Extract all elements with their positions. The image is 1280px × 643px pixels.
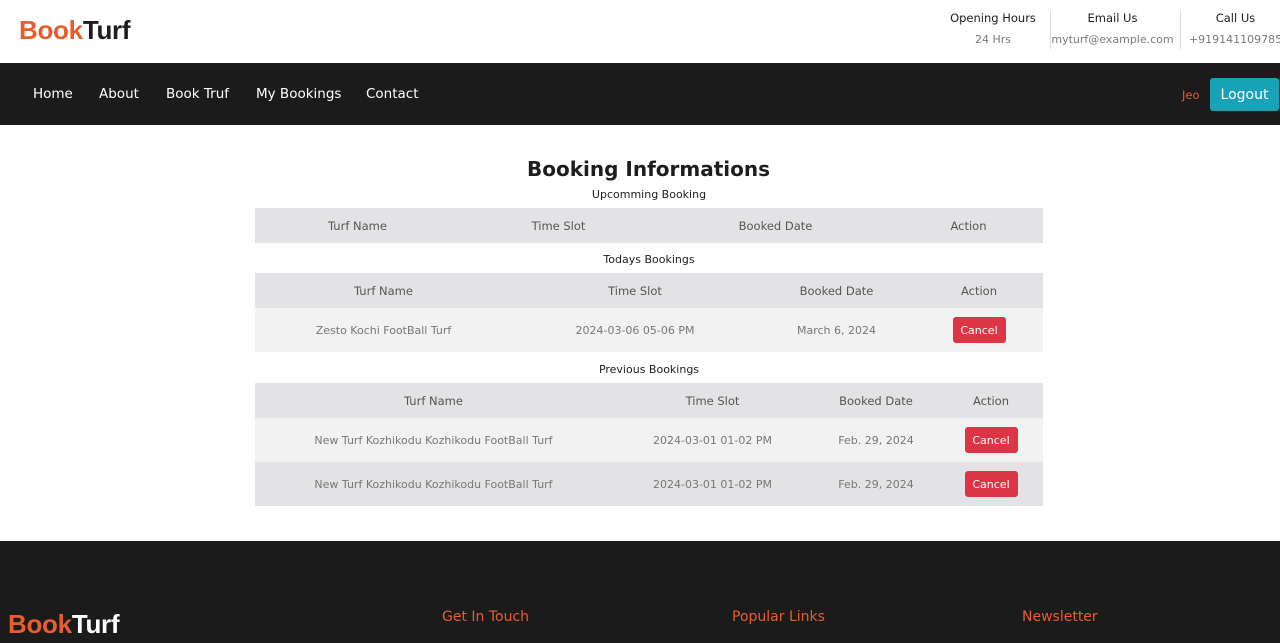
opening-hours-value: 24 Hrs [974,33,1012,46]
username-label: Jeo [1182,88,1200,102]
email-title: Email Us [1087,11,1138,25]
column-header-action: Action [939,383,1043,418]
turf-name-cell: Zesto Kochi FootBall Turf [255,308,512,352]
booked-date-cell: Feb. 29, 2024 [813,462,939,506]
brand-logo[interactable]: BookTurf [19,15,131,46]
footer-newsletter-heading: Newsletter [1022,609,1098,625]
column-header-action: Action [894,208,1043,243]
table-header-row: Turf Name Time Slot Booked Date Action [255,273,1043,308]
previous-bookings-table: Turf Name Time Slot Booked Date Action N… [255,383,1043,506]
call-info: Call Us +919141109785 [1180,11,1280,49]
column-header-booked-date: Booked Date [657,208,894,243]
todays-bookings-table: Turf Name Time Slot Booked Date Action Z… [255,273,1043,352]
logout-button[interactable]: Logout [1210,78,1279,111]
opening-hours-title: Opening Hours [950,11,1036,25]
nav-my-bookings-link[interactable]: My Bookings [256,86,341,102]
upcoming-bookings-table: Turf Name Time Slot Booked Date Action [255,208,1043,243]
action-cell: Cancel [939,462,1043,506]
column-header-turf-name: Turf Name [255,383,612,418]
nav-about-link[interactable]: About [99,86,139,102]
nav-book-turf-link[interactable]: Book Truf [166,86,229,102]
footer-get-in-touch-heading: Get In Touch [442,609,530,625]
table-row: New Turf Kozhikodu Kozhikodu FootBall Tu… [255,418,1043,462]
time-slot-cell: 2024-03-06 05-06 PM [512,308,758,352]
turf-name-cell: New Turf Kozhikodu Kozhikodu FootBall Tu… [255,418,612,462]
cancel-booking-button[interactable]: Cancel [964,471,1018,497]
cancel-booking-button[interactable]: Cancel [964,427,1018,453]
booked-date-cell: Feb. 29, 2024 [813,418,939,462]
column-header-booked-date: Booked Date [813,383,939,418]
cancel-booking-button[interactable]: Cancel [952,317,1006,343]
time-slot-cell: 2024-03-01 01-02 PM [612,462,813,506]
email-info: Email Us myturf@example.com [1050,11,1174,49]
previous-bookings-title: Previous Bookings [598,363,700,376]
column-header-action: Action [915,273,1043,308]
table-row: New Turf Kozhikodu Kozhikodu FootBall Tu… [255,462,1043,506]
call-title: Call Us [1215,11,1256,25]
opening-hours-info: Opening Hours 24 Hrs [947,11,1039,46]
footer-popular-links-heading: Popular Links [732,609,825,625]
table-header-row: Turf Name Time Slot Booked Date Action [255,383,1043,418]
time-slot-cell: 2024-03-01 01-02 PM [612,418,813,462]
booked-date-cell: March 6, 2024 [758,308,915,352]
todays-bookings-title: Todays Bookings [603,253,695,266]
action-cell: Cancel [939,418,1043,462]
nav-home-link[interactable]: Home [33,86,73,102]
site-footer: BookTurf Get In Touch Popular Links News… [0,541,1280,643]
brand-logo-part1: Book [19,15,83,45]
table-row: Zesto Kochi FootBall Turf 2024-03-06 05-… [255,308,1043,352]
footer-brand-logo-part2: Turf [71,609,120,639]
call-value: +919141109785 [1188,33,1280,46]
column-header-time-slot: Time Slot [512,273,758,308]
email-value: myturf@example.com [1051,33,1174,46]
footer-brand-logo[interactable]: BookTurf [8,609,120,640]
brand-logo-part2: Turf [82,15,131,45]
column-header-time-slot: Time Slot [612,383,813,418]
column-header-turf-name: Turf Name [255,208,460,243]
column-header-time-slot: Time Slot [460,208,657,243]
upcoming-bookings-title: Upcomming Booking [591,188,707,201]
nav-contact-link[interactable]: Contact [366,86,419,102]
page-title: Booking Informations [526,157,771,181]
main-navbar: Home About Book Truf My Bookings Contact… [0,63,1280,125]
column-header-booked-date: Booked Date [758,273,915,308]
footer-brand-logo-part1: Book [8,609,72,639]
column-header-turf-name: Turf Name [255,273,512,308]
table-header-row: Turf Name Time Slot Booked Date Action [255,208,1043,243]
turf-name-cell: New Turf Kozhikodu Kozhikodu FootBall Tu… [255,462,612,506]
top-header: BookTurf Opening Hours 24 Hrs Email Us m… [0,0,1280,63]
action-cell: Cancel [915,308,1043,352]
